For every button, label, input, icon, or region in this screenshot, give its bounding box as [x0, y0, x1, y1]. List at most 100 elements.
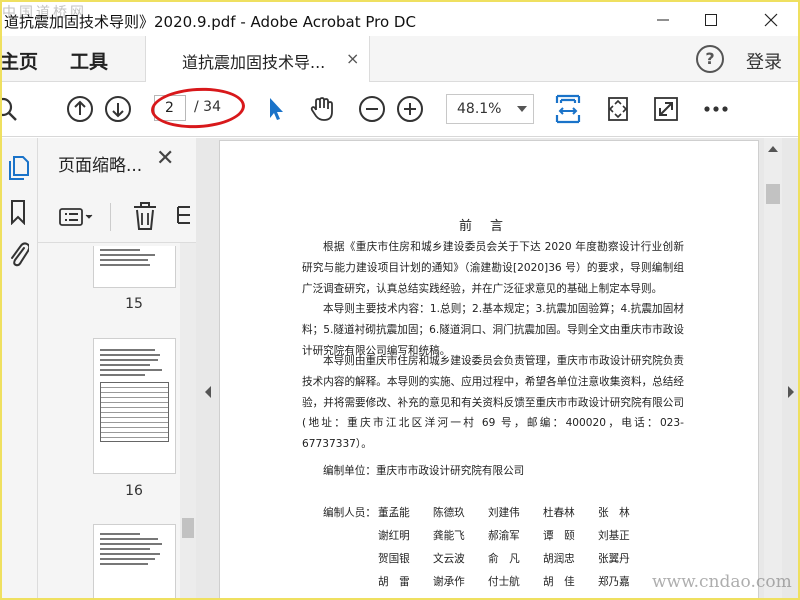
staff-name: 付士航 — [488, 576, 520, 588]
staff-name: 胡润忠 — [543, 553, 575, 565]
arrow-up-circle-icon — [67, 96, 93, 122]
hand-tool-button[interactable] — [307, 94, 337, 124]
zoom-level-value: 48.1% — [457, 101, 502, 117]
staff-label: 编制人员： — [323, 507, 376, 519]
expand-icon — [654, 97, 678, 121]
close-tab-icon[interactable]: × — [346, 49, 359, 68]
chevron-up-icon[interactable] — [768, 146, 778, 152]
tab-tools[interactable]: 工具 — [70, 47, 108, 74]
maximize-button[interactable] — [688, 5, 734, 35]
document-scrollbar[interactable] — [764, 138, 782, 600]
compiling-unit: 编制单位：重庆市市政设计研究院有限公司 — [323, 465, 525, 477]
search-button[interactable] — [0, 94, 22, 124]
close-icon — [764, 13, 778, 27]
staff-name: 俞 凡 — [488, 553, 520, 565]
page-thumbnail-17[interactable] — [93, 524, 176, 600]
thumbnail-scrollbar-thumb[interactable] — [182, 518, 194, 538]
page-heading: 前言 — [458, 219, 521, 234]
document-viewer: 前言 根据《重庆市住房和城乡建设委员会关于下达 2020 年度勘察设计行业创新研… — [196, 138, 800, 600]
chevron-down-icon — [517, 106, 527, 112]
page-thumbnails-button[interactable] — [4, 154, 32, 182]
collapse-panel-icon[interactable] — [205, 386, 211, 398]
staff-list: 董孟能 陈德玖 刘建伟 杜春林 张 林 谢红明 龚能飞 郝渝军 谭 颐 刘基正 … — [378, 505, 668, 600]
staff-name: 张 林 — [598, 507, 630, 519]
staff-name: 谢承作 — [433, 576, 465, 588]
zoom-out-button[interactable] — [357, 94, 387, 124]
thumbnail-panel: 页面缩略... ✕ 15 16 — [38, 138, 196, 600]
staff-name: 胡 雷 — [378, 576, 410, 588]
zoom-in-button[interactable] — [395, 94, 425, 124]
paragraph-3: 本导则由重庆市住房和城乡建设委员会负责管理，重庆市市政设计研究院负责技术内容的解… — [302, 355, 684, 451]
login-button[interactable]: 登录 — [746, 48, 782, 74]
toolbar: 2 / 34 48.1% — [0, 82, 800, 137]
thumbnail-page-number-15: 15 — [125, 296, 143, 312]
fit-width-button[interactable] — [553, 94, 583, 124]
minus-circle-icon — [359, 96, 385, 122]
hand-icon — [310, 97, 333, 121]
fit-page-button[interactable] — [603, 94, 633, 124]
pages-icon — [9, 156, 29, 180]
thumbnail-scrollbar[interactable] — [180, 243, 196, 600]
insert-page-icon — [177, 206, 190, 224]
thumbnail-page-number-16: 16 — [125, 483, 143, 499]
arrow-down-circle-icon — [105, 96, 131, 122]
staff-name: 张翼丹 — [598, 553, 630, 565]
page-thumbnail-15[interactable] — [93, 246, 176, 288]
staff-name: 杜春林 — [543, 507, 575, 519]
staff-name: 董孟能 — [378, 507, 410, 519]
more-page-tools-button[interactable] — [176, 203, 192, 235]
maximize-icon — [705, 14, 717, 26]
staff-name: 贺国银 — [378, 553, 410, 565]
bookmarks-button[interactable] — [4, 198, 32, 226]
title-bar: 中国道桥网 道抗震加固技术导则》2020.9.pdf - Adobe Acrob… — [0, 0, 800, 36]
next-page-button[interactable] — [103, 94, 133, 124]
previous-page-button[interactable] — [65, 94, 95, 124]
help-icon[interactable]: ? — [696, 45, 724, 73]
paperclip-icon — [11, 242, 29, 267]
plus-circle-icon — [397, 96, 423, 122]
pointer-arrow-icon — [270, 98, 283, 120]
tab-document[interactable]: 道抗震加固技术导... × — [145, 36, 370, 82]
paragraph-1: 根据《重庆市住房和城乡建设委员会关于下达 2020 年度勘察设计行业创新研究与能… — [302, 241, 684, 295]
search-icon — [0, 97, 17, 121]
close-panel-icon[interactable]: ✕ — [156, 146, 174, 171]
tab-bar: 主页 工具 道抗震加固技术导... × ? 登录 — [0, 36, 800, 82]
minimize-icon — [657, 19, 669, 21]
fit-page-icon — [608, 97, 628, 121]
close-window-button[interactable] — [748, 5, 794, 35]
staff-name: 谭 颐 — [543, 530, 575, 542]
divider — [110, 203, 111, 231]
full-screen-button[interactable] — [651, 94, 681, 124]
fit-width-icon — [555, 94, 581, 124]
thumbnail-panel-title: 页面缩略... — [58, 156, 143, 176]
delete-page-button[interactable] — [132, 201, 158, 235]
staff-name: 陈德玖 — [433, 507, 465, 519]
thumbnail-options-button[interactable] — [58, 205, 96, 233]
document-scrollbar-thumb[interactable] — [766, 184, 780, 204]
staff-name: 文云波 — [433, 553, 465, 565]
staff-name: 郑乃嘉 — [598, 576, 630, 588]
document-tab-label: 道抗震加固技术导... — [182, 53, 326, 72]
staff-name: 刘基正 — [598, 530, 630, 542]
bookmark-icon — [11, 200, 25, 225]
page-thumbnail-16[interactable] — [93, 338, 176, 474]
tab-home[interactable]: 主页 — [0, 47, 38, 74]
expand-right-panel-icon[interactable] — [788, 386, 794, 398]
staff-name: 龚能飞 — [433, 530, 465, 542]
staff-name: 谢红明 — [378, 530, 410, 542]
more-dots-icon — [704, 106, 728, 112]
options-list-icon — [59, 208, 93, 226]
trash-icon — [134, 202, 156, 230]
window-title: 道抗震加固技术导则》2020.9.pdf - Adobe Acrobat Pro… — [4, 13, 416, 31]
staff-name: 刘建伟 — [488, 507, 520, 519]
select-tool-button[interactable] — [260, 94, 290, 124]
more-tools-button[interactable] — [701, 94, 731, 124]
watermark-bottom: www.cndao.com — [652, 572, 792, 592]
attachments-button[interactable] — [4, 240, 32, 268]
minimize-button[interactable] — [640, 5, 686, 35]
thumbnail-tools — [38, 193, 196, 243]
side-icon-rail — [0, 138, 38, 600]
zoom-level-select[interactable]: 48.1% — [446, 94, 534, 124]
staff-name: 胡 佳 — [543, 576, 575, 588]
document-page: 前言 根据《重庆市住房和城乡建设委员会关于下达 2020 年度勘察设计行业创新研… — [219, 140, 759, 600]
